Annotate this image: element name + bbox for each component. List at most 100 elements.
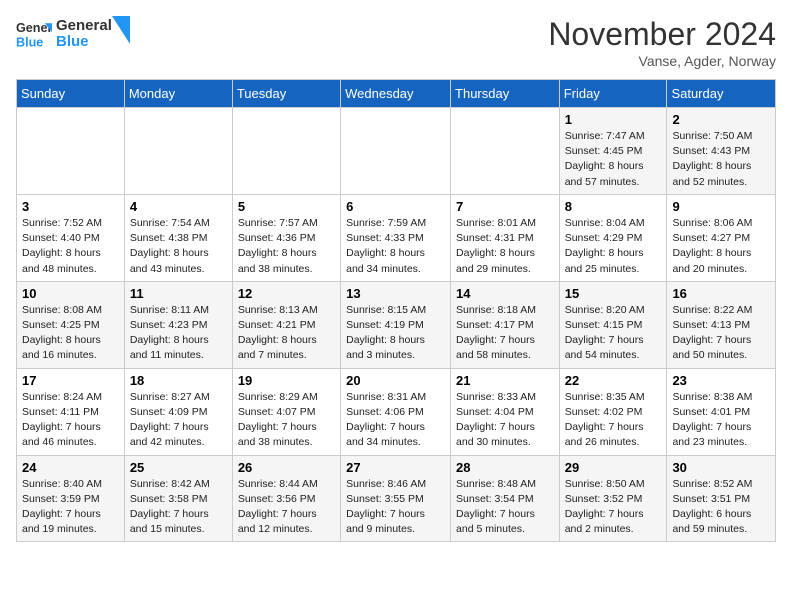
day-info: Sunrise: 8:18 AMSunset: 4:17 PMDaylight:… xyxy=(456,303,554,364)
svg-text:Blue: Blue xyxy=(16,36,43,50)
day-info: Sunrise: 8:33 AMSunset: 4:04 PMDaylight:… xyxy=(456,390,554,451)
day-info: Sunrise: 8:27 AMSunset: 4:09 PMDaylight:… xyxy=(130,390,227,451)
day-info: Sunrise: 8:35 AMSunset: 4:02 PMDaylight:… xyxy=(565,390,662,451)
day-number: 28 xyxy=(456,460,554,475)
table-row: 7 Sunrise: 8:01 AMSunset: 4:31 PMDaylight… xyxy=(451,194,560,281)
table-row: 11 Sunrise: 8:11 AMSunset: 4:23 PMDayligh… xyxy=(124,281,232,368)
calendar-week-row: 1 Sunrise: 7:47 AMSunset: 4:45 PMDaylight… xyxy=(17,108,776,195)
table-row: 6Sunrise: 7:59 AMSunset: 4:33 PMDaylight… xyxy=(341,194,451,281)
table-row: 22Sunrise: 8:35 AMSunset: 4:02 PMDayligh… xyxy=(559,368,667,455)
table-row: 18 Sunrise: 8:27 AMSunset: 4:09 PMDayligh… xyxy=(124,368,232,455)
day-info: Sunrise: 8:22 AMSunset: 4:13 PMDaylight:… xyxy=(672,303,770,364)
day-info: Sunrise: 8:31 AMSunset: 4:06 PMDaylight:… xyxy=(346,390,445,451)
day-info: Sunrise: 8:44 AMSunset: 3:56 PMDaylight:… xyxy=(238,477,335,538)
logo-icon: General Blue xyxy=(16,16,52,52)
calendar-week-row: 10Sunrise: 8:08 AMSunset: 4:25 PMDayligh… xyxy=(17,281,776,368)
day-number: 1 xyxy=(565,112,662,127)
header-tuesday: Tuesday xyxy=(232,80,340,108)
table-row: 3Sunrise: 7:52 AMSunset: 4:40 PMDaylight… xyxy=(17,194,125,281)
table-row: 14 Sunrise: 8:18 AMSunset: 4:17 PMDayligh… xyxy=(451,281,560,368)
calendar-table: Sunday Monday Tuesday Wednesday Thursday… xyxy=(16,79,776,542)
table-row: 10Sunrise: 8:08 AMSunset: 4:25 PMDayligh… xyxy=(17,281,125,368)
day-info: Sunrise: 8:50 AMSunset: 3:52 PMDaylight:… xyxy=(565,477,662,538)
day-number: 26 xyxy=(238,460,335,475)
logo-arrow-icon xyxy=(112,16,130,44)
day-info: Sunrise: 8:42 AMSunset: 3:58 PMDaylight:… xyxy=(130,477,227,538)
day-number: 8 xyxy=(565,199,662,214)
header-friday: Friday xyxy=(559,80,667,108)
logo-general: General xyxy=(56,18,112,35)
table-row: 16Sunrise: 8:22 AMSunset: 4:13 PMDayligh… xyxy=(667,281,776,368)
table-row: 30Sunrise: 8:52 AMSunset: 3:51 PMDayligh… xyxy=(667,455,776,542)
day-info: Sunrise: 7:59 AMSunset: 4:33 PMDaylight:… xyxy=(346,216,445,277)
day-info: Sunrise: 7:47 AMSunset: 4:45 PMDaylight:… xyxy=(565,129,662,190)
title-block: November 2024 Vanse, Agder, Norway xyxy=(548,16,776,69)
page-header: General Blue General Blue November 2024 … xyxy=(16,16,776,69)
day-number: 11 xyxy=(130,286,227,301)
day-info: Sunrise: 8:04 AMSunset: 4:29 PMDaylight:… xyxy=(565,216,662,277)
table-row: 15 Sunrise: 8:20 AMSunset: 4:15 PMDayligh… xyxy=(559,281,667,368)
header-saturday: Saturday xyxy=(667,80,776,108)
table-row xyxy=(232,108,340,195)
day-number: 7 xyxy=(456,199,554,214)
header-sunday: Sunday xyxy=(17,80,125,108)
header-monday: Monday xyxy=(124,80,232,108)
day-number: 13 xyxy=(346,286,445,301)
table-row: 12Sunrise: 8:13 AMSunset: 4:21 PMDayligh… xyxy=(232,281,340,368)
table-row: 25Sunrise: 8:42 AMSunset: 3:58 PMDayligh… xyxy=(124,455,232,542)
day-info: Sunrise: 8:15 AMSunset: 4:19 PMDaylight:… xyxy=(346,303,445,364)
table-row: 21 Sunrise: 8:33 AMSunset: 4:04 PMDayligh… xyxy=(451,368,560,455)
day-info: Sunrise: 8:01 AMSunset: 4:31 PMDaylight:… xyxy=(456,216,554,277)
table-row: 17Sunrise: 8:24 AMSunset: 4:11 PMDayligh… xyxy=(17,368,125,455)
day-number: 24 xyxy=(22,460,119,475)
table-row: 19 Sunrise: 8:29 AMSunset: 4:07 PMDayligh… xyxy=(232,368,340,455)
day-number: 2 xyxy=(672,112,770,127)
day-number: 27 xyxy=(346,460,445,475)
table-row: 29Sunrise: 8:50 AMSunset: 3:52 PMDayligh… xyxy=(559,455,667,542)
month-title: November 2024 xyxy=(548,16,776,53)
table-row: 5Sunrise: 7:57 AMSunset: 4:36 PMDaylight… xyxy=(232,194,340,281)
day-number: 9 xyxy=(672,199,770,214)
day-info: Sunrise: 8:20 AMSunset: 4:15 PMDaylight:… xyxy=(565,303,662,364)
logo: General Blue General Blue xyxy=(16,16,130,52)
day-number: 30 xyxy=(672,460,770,475)
table-row xyxy=(124,108,232,195)
table-row: 23 Sunrise: 8:38 AMSunset: 4:01 PMDayligh… xyxy=(667,368,776,455)
table-row xyxy=(451,108,560,195)
table-row: 28 Sunrise: 8:48 AMSunset: 3:54 PMDayligh… xyxy=(451,455,560,542)
day-number: 15 xyxy=(565,286,662,301)
day-info: Sunrise: 8:40 AMSunset: 3:59 PMDaylight:… xyxy=(22,477,119,538)
table-row: 26 Sunrise: 8:44 AMSunset: 3:56 PMDayligh… xyxy=(232,455,340,542)
table-row xyxy=(17,108,125,195)
day-number: 3 xyxy=(22,199,119,214)
table-row xyxy=(341,108,451,195)
table-row: 1 Sunrise: 7:47 AMSunset: 4:45 PMDaylight… xyxy=(559,108,667,195)
day-info: Sunrise: 7:50 AMSunset: 4:43 PMDaylight:… xyxy=(672,129,770,190)
day-info: Sunrise: 8:38 AMSunset: 4:01 PMDaylight:… xyxy=(672,390,770,451)
table-row: 13 Sunrise: 8:15 AMSunset: 4:19 PMDayligh… xyxy=(341,281,451,368)
day-number: 4 xyxy=(130,199,227,214)
day-info: Sunrise: 8:29 AMSunset: 4:07 PMDaylight:… xyxy=(238,390,335,451)
day-info: Sunrise: 8:24 AMSunset: 4:11 PMDaylight:… xyxy=(22,390,119,451)
table-row: 4 Sunrise: 7:54 AMSunset: 4:38 PMDaylight… xyxy=(124,194,232,281)
header-wednesday: Wednesday xyxy=(341,80,451,108)
day-info: Sunrise: 8:13 AMSunset: 4:21 PMDaylight:… xyxy=(238,303,335,364)
table-row: 20Sunrise: 8:31 AMSunset: 4:06 PMDayligh… xyxy=(341,368,451,455)
day-info: Sunrise: 8:48 AMSunset: 3:54 PMDaylight:… xyxy=(456,477,554,538)
day-number: 14 xyxy=(456,286,554,301)
table-row: 2 Sunrise: 7:50 AMSunset: 4:43 PMDaylight… xyxy=(667,108,776,195)
calendar-week-row: 3Sunrise: 7:52 AMSunset: 4:40 PMDaylight… xyxy=(17,194,776,281)
day-number: 23 xyxy=(672,373,770,388)
table-row: 24 Sunrise: 8:40 AMSunset: 3:59 PMDayligh… xyxy=(17,455,125,542)
day-number: 18 xyxy=(130,373,227,388)
day-number: 19 xyxy=(238,373,335,388)
calendar-week-row: 17Sunrise: 8:24 AMSunset: 4:11 PMDayligh… xyxy=(17,368,776,455)
day-number: 21 xyxy=(456,373,554,388)
day-info: Sunrise: 8:46 AMSunset: 3:55 PMDaylight:… xyxy=(346,477,445,538)
day-info: Sunrise: 8:06 AMSunset: 4:27 PMDaylight:… xyxy=(672,216,770,277)
day-info: Sunrise: 8:11 AMSunset: 4:23 PMDaylight:… xyxy=(130,303,227,364)
day-info: Sunrise: 7:54 AMSunset: 4:38 PMDaylight:… xyxy=(130,216,227,277)
calendar-week-row: 24 Sunrise: 8:40 AMSunset: 3:59 PMDayligh… xyxy=(17,455,776,542)
day-info: Sunrise: 8:08 AMSunset: 4:25 PMDaylight:… xyxy=(22,303,119,364)
table-row: 9 Sunrise: 8:06 AMSunset: 4:27 PMDaylight… xyxy=(667,194,776,281)
